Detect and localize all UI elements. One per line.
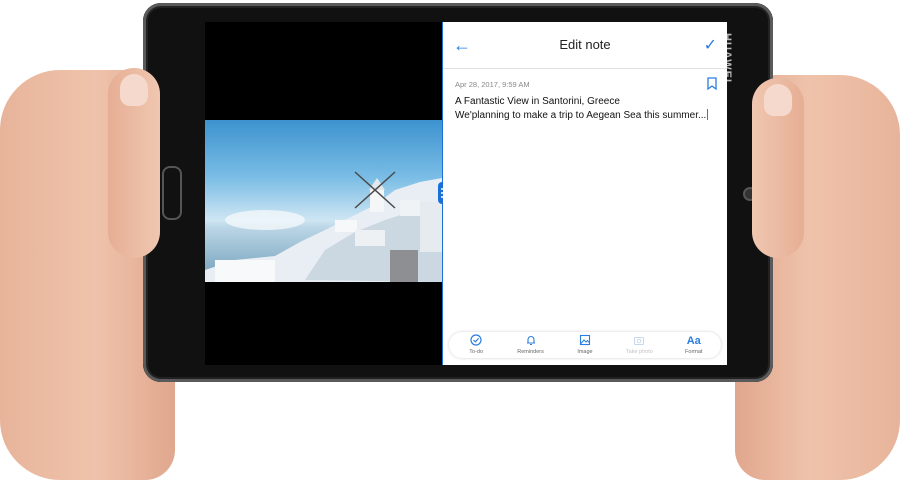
photo-viewer-pane[interactable] — [205, 22, 443, 365]
bookmark-icon[interactable] — [707, 77, 717, 90]
right-thumb — [752, 78, 804, 258]
editor-toolbar: To-do Reminders Image Take photo Aa Form… — [449, 332, 721, 358]
todo-button[interactable]: To-do — [451, 332, 501, 355]
save-check-icon[interactable]: ✓ — [704, 35, 717, 55]
text-cursor — [707, 109, 709, 120]
note-timestamp: Apr 28, 2017, 9:59 AM — [455, 80, 530, 89]
reminders-label: Reminders — [517, 349, 544, 355]
split-screen: ← Edit note ✓ Apr 28, 2017, 9:59 AM A Fa… — [205, 22, 727, 365]
camera-icon — [614, 334, 664, 348]
take-photo-button[interactable]: Take photo — [614, 332, 664, 355]
editor-header: ← Edit note ✓ — [443, 22, 727, 69]
santorini-photo-drawing — [205, 171, 442, 282]
left-thumb — [108, 68, 160, 258]
note-body-text[interactable]: We'planning to make a trip to Aegean Sea… — [455, 109, 709, 121]
reminders-button[interactable]: Reminders — [506, 332, 556, 355]
format-label: Format — [685, 349, 703, 355]
santorini-photo — [205, 120, 442, 282]
check-circle-icon — [451, 334, 501, 348]
note-title-text[interactable]: A Fantastic View in Santorini, Greece — [455, 96, 620, 107]
bell-icon — [506, 334, 556, 348]
note-editor-pane: ← Edit note ✓ Apr 28, 2017, 9:59 AM A Fa… — [443, 22, 727, 365]
home-button[interactable] — [162, 166, 182, 220]
tablet-device: HUAWEI ← Edit note ✓ Apr 28, 2017, 9:59 … — [143, 3, 773, 382]
todo-label: To-do — [469, 349, 484, 355]
image-icon — [560, 334, 610, 348]
take-photo-label: Take photo — [625, 349, 653, 355]
image-label: Image — [577, 349, 593, 355]
format-button[interactable]: Aa Format — [669, 332, 719, 355]
note-body-content: We'planning to make a trip to Aegean Sea… — [455, 110, 707, 121]
image-button[interactable]: Image — [560, 332, 610, 355]
format-icon: Aa — [686, 335, 701, 347]
page-title: Edit note — [559, 37, 611, 52]
